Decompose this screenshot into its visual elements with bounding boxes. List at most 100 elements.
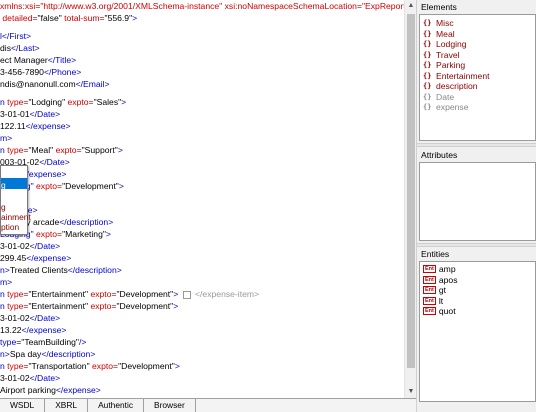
code-token: dis [0,43,11,53]
entity-item[interactable]: Ent apos [423,275,458,285]
attributes-list[interactable] [419,162,536,241]
tab-xbrl[interactable]: XBRL [45,399,89,412]
element-item[interactable]: {} expense [423,102,469,112]
code-token: > [118,181,124,191]
element-entry-helper-popup[interactable]: g g ainment ption [0,165,31,235]
code-token: type= [7,289,29,299]
code-token: "TeamBuilding" [21,337,79,347]
xml-text-editor[interactable]: xmlns:xsi="http://www.w3.org/2001/XMLSch… [0,0,404,398]
code-token: "Support" [81,145,118,155]
entity-icon: Ent [423,286,436,294]
element-label: Date [436,91,455,102]
vertical-scrollbar[interactable]: ▲ ▼ [404,0,416,398]
element-item[interactable]: {} Meal [423,29,455,39]
code-token: </description> [59,217,114,227]
code-token: > [117,145,123,155]
elements-list[interactable]: {} Misc{} Meal{} Lodging{} Travel{} Parking{}… [419,14,536,141]
code-line: dis</Last> [0,42,40,54]
entity-icon: Ent [423,296,436,305]
code-token: "Entertainment" [28,301,91,311]
code-token: </description> [67,265,122,275]
element-item[interactable]: {} Entertainment [423,71,490,81]
element-icon: {} [423,92,432,101]
entity-item[interactable]: Ent amp [423,264,456,274]
element-item[interactable]: {} Travel [423,50,460,60]
code-token: </Title> [47,55,77,65]
code-token: type= [7,97,29,107]
code-line: 299.45</expense> [0,252,71,264]
entities-list[interactable]: Ent amp Ent apos Ent gt Ent lt Ent quot [419,261,536,402]
code-token: total-sum= [64,13,105,23]
code-token: 3-01-02 [0,373,30,383]
tab-authentic[interactable]: Authentic [88,399,145,412]
code-token: n> [0,349,10,359]
code-token: type= [0,337,22,347]
code-token: "556.9" [104,13,133,23]
code-line: n type="Meal" expto="Support"> [0,144,123,156]
code-token: detailed= [0,13,38,23]
code-token: xmlns:xsi="http://www.w3.org/2001/XMLSch… [0,1,404,11]
tab-wsdl[interactable]: WSDL [0,399,46,412]
code-line: detailed="false" total-sum="556.9"> [0,12,137,24]
code-token: n> [0,265,10,275]
code-token: </Date> [39,157,70,167]
panel-splitter[interactable] [417,143,536,147]
code-token: expto= [36,229,63,239]
entities-panel-title: Entities [421,249,450,259]
element-icon: {} [423,71,432,80]
element-item[interactable]: {} Misc [423,18,454,28]
element-label: Meal [436,28,455,39]
code-token: "Lodging" [28,97,68,107]
element-icon: {} [423,103,432,111]
code-line: 122.11</expense> [0,120,71,132]
element-item[interactable]: {} Lodging [423,39,467,49]
attributes-panel-title: Attributes [421,150,458,160]
entity-item[interactable]: Ent quot [423,306,456,316]
entity-item[interactable]: Ent gt [423,285,446,295]
popup-item[interactable]: g [1,202,6,212]
code-token: "Meal" [28,145,56,155]
code-token: ect Manager [0,55,48,65]
code-token: </Date> [29,373,61,383]
code-line: n type="Entertainment" expto="Developmen… [0,288,259,300]
code-line: type="TeamBuilding"/> [0,336,86,348]
entity-icon: Ent [423,307,436,315]
element-item[interactable]: {} Parking [423,60,465,70]
entity-item[interactable]: Ent lt [423,296,443,306]
popup-item[interactable]: ainment [1,212,31,222]
code-token: m> [0,277,13,287]
code-token: "Transportation" [28,361,93,371]
code-line: m> [0,276,12,288]
code-token: </Phone> [43,67,82,77]
element-item[interactable]: {} Date [423,92,454,102]
panel-splitter[interactable] [417,243,536,247]
popup-item[interactable]: g [1,180,6,190]
code-token: > [173,301,179,311]
code-token: </Date> [29,109,61,119]
inline-content-box[interactable] [182,290,191,299]
code-line: 3-01-02</Date> [0,372,60,384]
code-line: n type="Entertainment" expto="Developmen… [0,300,178,312]
code-line: Airport parking</expense> [0,384,101,396]
code-line: 3-456-7890</Phone> [0,66,81,78]
code-token: 3-01-01 [0,109,30,119]
code-token: </Date> [29,241,61,251]
entity-label: apos [438,274,458,285]
element-icon: {} [423,50,432,59]
code-token: type= [7,301,29,311]
tab-browser[interactable]: Browser [144,399,196,412]
entity-label: quot [438,306,456,316]
code-token: m> [0,133,13,143]
code-token: </expense> [21,325,67,335]
elements-panel-title: Elements [421,2,457,12]
element-item[interactable]: {} description [423,81,478,91]
code-line: l</First> [0,30,31,42]
element-icon: {} [423,29,432,38]
code-token: > [132,13,138,23]
code-line: 3-01-02</Date> [0,240,60,252]
code-token: 122.11 [0,121,26,131]
popup-item[interactable]: ption [1,222,19,232]
scrollbar-thumb[interactable] [407,14,415,368]
code-line: 3-01-01</Date> [0,108,60,120]
entry-helpers-pane: Elements {} Misc{} Meal{} Lodging{} Travel{}… [416,0,536,412]
